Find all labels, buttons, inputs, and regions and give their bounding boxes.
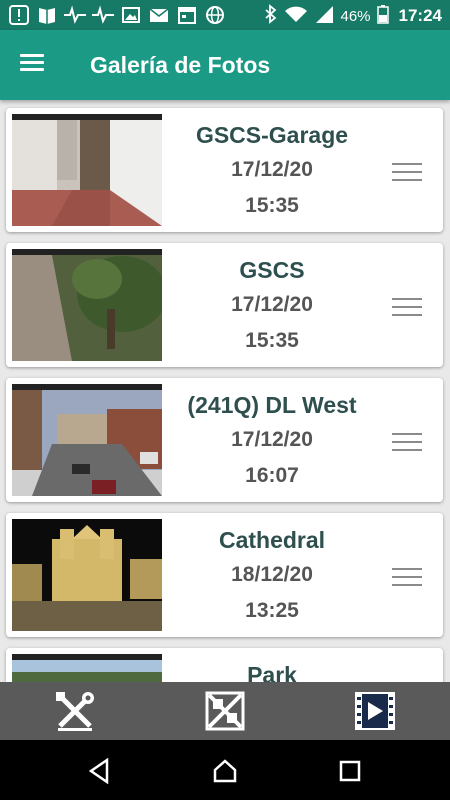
- camera-date: 17/12/20: [231, 158, 313, 181]
- hamburger-menu-icon[interactable]: [20, 50, 50, 80]
- globe-icon: [204, 4, 226, 26]
- signal-icon: [314, 4, 334, 28]
- camera-card[interactable]: GSCS-Garage 17/12/20 15:35: [6, 108, 443, 232]
- home-icon[interactable]: [212, 758, 238, 784]
- camera-date: 17/12/20: [231, 428, 313, 451]
- recents-icon[interactable]: [337, 758, 363, 784]
- settings-tools-icon[interactable]: [54, 690, 96, 732]
- back-icon[interactable]: [87, 757, 113, 785]
- camera-card[interactable]: Cathedral 18/12/20 13:25: [6, 513, 443, 637]
- bottom-toolbar: [0, 682, 450, 740]
- camera-card[interactable]: (241Q) DL West 17/12/20 16:07: [6, 378, 443, 502]
- book-icon: [36, 4, 58, 26]
- camera-name: GSCS: [239, 257, 305, 283]
- camera-card[interactable]: GSCS 17/12/20 15:35: [6, 243, 443, 367]
- page-title: Galería de Fotos: [90, 52, 271, 78]
- status-bar: 46% 17:24: [0, 0, 450, 30]
- pulse-icon: [92, 4, 114, 26]
- camera-time: 16:07: [245, 464, 299, 487]
- camera-date: 18/12/20: [231, 563, 313, 586]
- drag-handle-icon[interactable]: [392, 298, 422, 316]
- gallery-edit-icon[interactable]: [204, 690, 246, 732]
- camera-date: 17/12/20: [231, 293, 313, 316]
- video-play-icon[interactable]: [354, 690, 396, 732]
- camera-thumbnail[interactable]: [12, 114, 162, 226]
- drag-handle-icon[interactable]: [392, 433, 422, 451]
- clock: 17:24: [398, 6, 442, 25]
- camera-thumbnail[interactable]: [12, 384, 162, 496]
- bluetooth-icon: [264, 4, 278, 28]
- camera-name: GSCS-Garage: [195, 122, 349, 148]
- camera-time: 13:25: [245, 599, 299, 622]
- pulse-icon: [64, 4, 86, 26]
- camera-list[interactable]: GSCS-Garage 17/12/20 15:35 GSCS 17/12/20…: [0, 100, 450, 682]
- drag-handle-icon[interactable]: [392, 163, 422, 181]
- image-icon: [120, 4, 142, 26]
- calendar-icon: [176, 4, 198, 26]
- mail-icon: [148, 4, 170, 26]
- camera-time: 15:35: [245, 329, 299, 352]
- system-nav-bar: [0, 740, 450, 800]
- camera-name: Cathedral: [218, 527, 326, 553]
- camera-name: (241Q) DL West: [187, 392, 357, 418]
- wifi-icon: [284, 4, 308, 28]
- notification-icons: [8, 4, 226, 26]
- camera-thumbnail[interactable]: [12, 249, 162, 361]
- camera-card[interactable]: Park: [6, 648, 443, 682]
- battery-level: 46%: [340, 7, 371, 25]
- drag-handle-icon[interactable]: [392, 568, 422, 586]
- app-bar: Galería de Fotos: [0, 30, 450, 100]
- battery-icon: [376, 4, 389, 28]
- camera-name: Park: [247, 662, 297, 682]
- alert-icon: [8, 4, 30, 26]
- camera-thumbnail[interactable]: [12, 654, 162, 682]
- camera-thumbnail[interactable]: [12, 519, 162, 631]
- system-icons: 46% 17:24: [264, 4, 442, 28]
- camera-time: 15:35: [245, 194, 299, 217]
